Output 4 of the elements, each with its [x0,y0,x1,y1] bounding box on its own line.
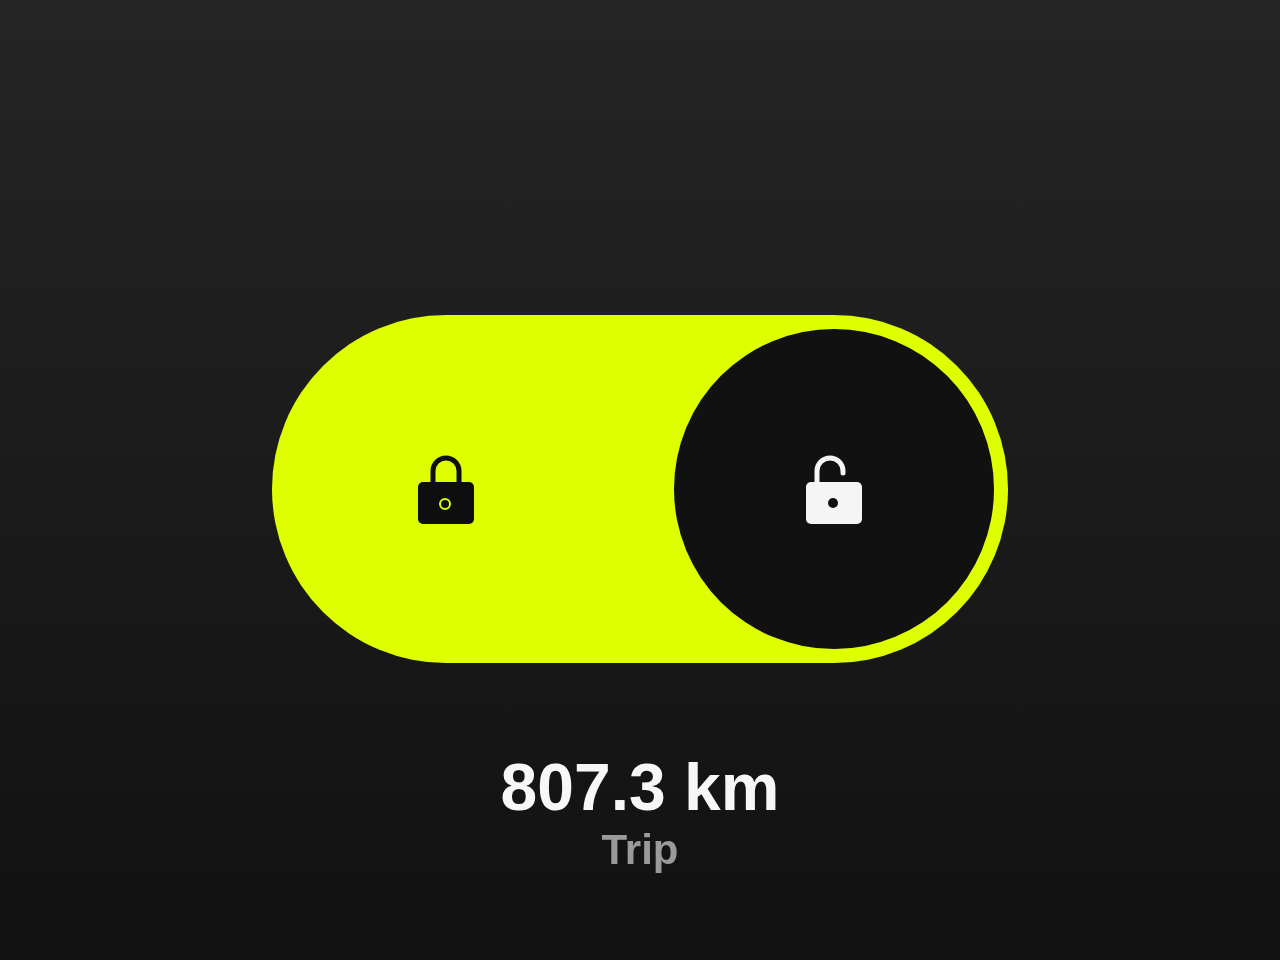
padlock-icon [417,453,475,525]
distance-value: 807.3 km [500,749,780,825]
unlocked-padlock-icon [805,453,863,525]
distance-label: Trip [601,825,679,875]
